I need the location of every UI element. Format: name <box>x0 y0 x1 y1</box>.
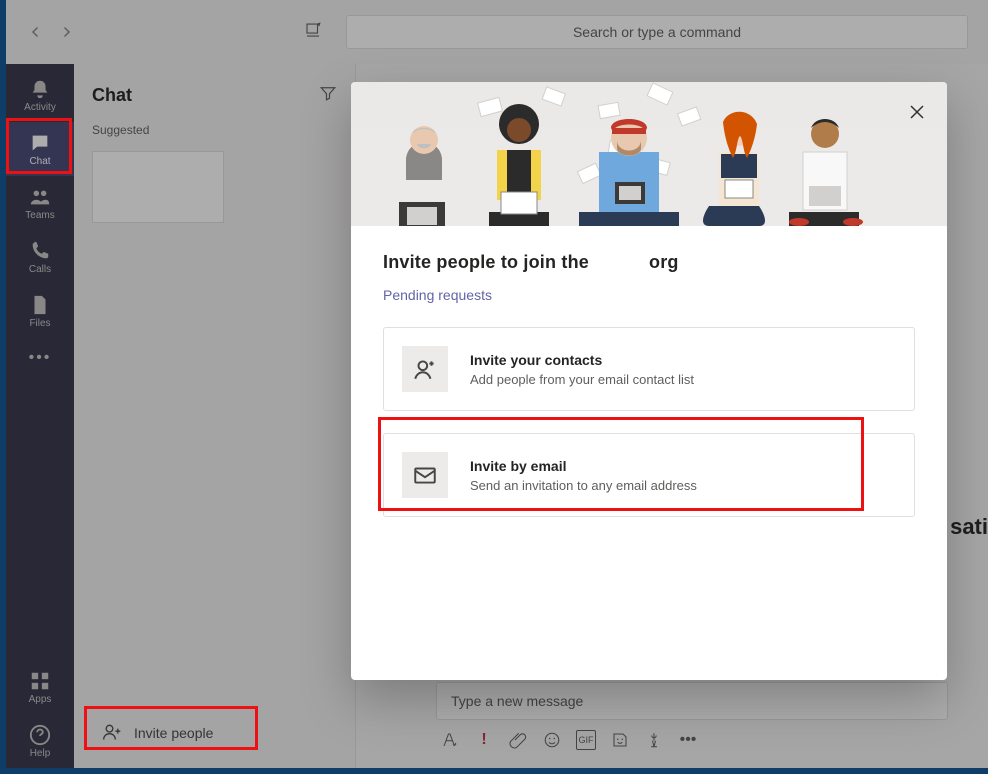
invite-email-card[interactable]: Invite by email Send an invitation to an… <box>383 433 915 517</box>
illustration-people <box>369 82 929 226</box>
invite-email-title: Invite by email <box>470 458 697 474</box>
pending-requests-link[interactable]: Pending requests <box>383 287 492 303</box>
close-button[interactable] <box>903 98 931 126</box>
invite-contacts-card[interactable]: Invite your contacts Add people from you… <box>383 327 915 411</box>
contacts-icon <box>402 346 448 392</box>
email-icon <box>402 452 448 498</box>
invite-people-dialog: Invite people to join theorg Pending req… <box>351 82 947 680</box>
dialog-illustration <box>351 82 947 226</box>
dialog-title: Invite people to join theorg <box>383 252 915 273</box>
invite-contacts-title: Invite your contacts <box>470 352 694 368</box>
invite-contacts-subtitle: Add people from your email contact list <box>470 372 694 387</box>
invite-email-subtitle: Send an invitation to any email address <box>470 478 697 493</box>
